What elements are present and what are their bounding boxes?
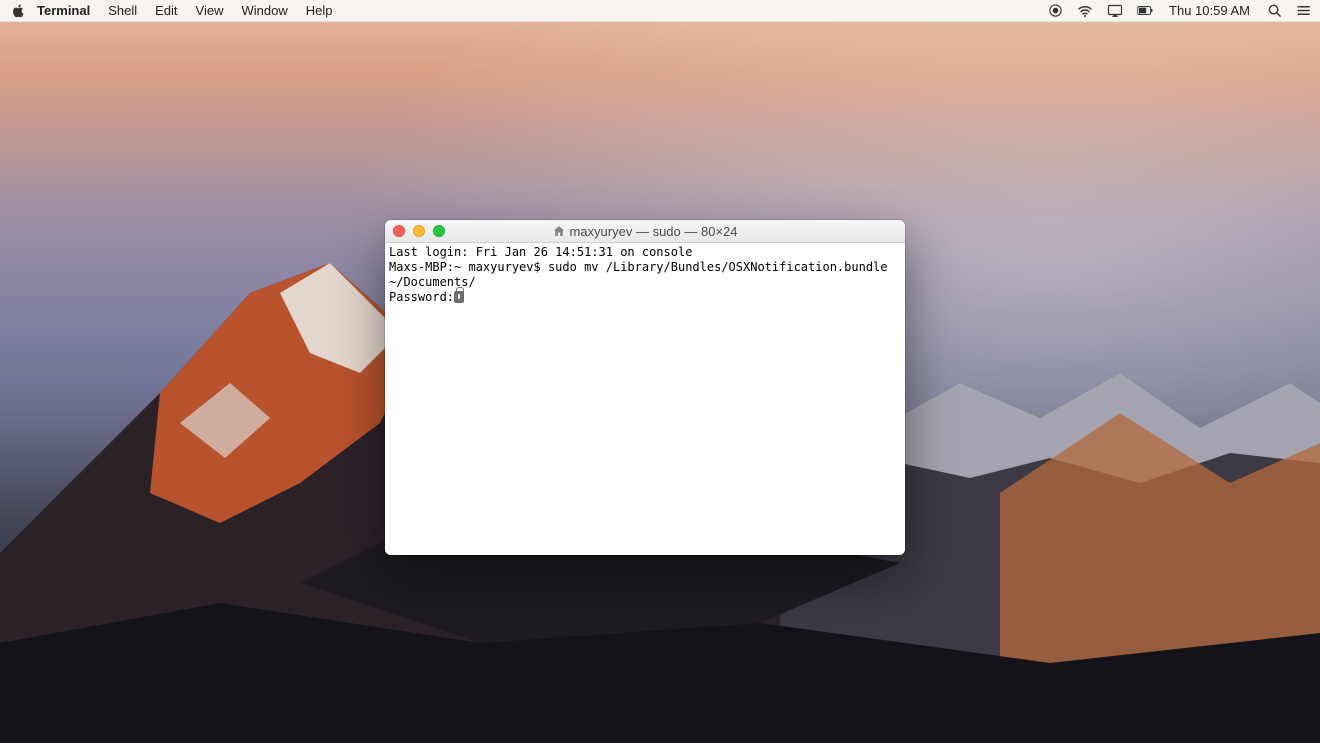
window-zoom-button[interactable]	[433, 225, 445, 237]
apple-menu-icon[interactable]	[12, 4, 26, 18]
menubar: Terminal Shell Edit View Window Help Thu…	[0, 0, 1320, 22]
terminal-line-password: Password:	[389, 290, 901, 305]
terminal-body[interactable]: Last login: Fri Jan 26 14:51:31 on conso…	[385, 243, 905, 555]
menubar-clock[interactable]: Thu 10:59 AM	[1167, 3, 1252, 18]
wifi-icon[interactable]	[1077, 3, 1093, 19]
airplay-icon[interactable]	[1107, 3, 1123, 19]
terminal-line-command: Maxs-MBP:~ maxyuryev$ sudo mv /Library/B…	[389, 260, 901, 290]
terminal-line-last-login: Last login: Fri Jan 26 14:51:31 on conso…	[389, 245, 901, 260]
home-folder-icon	[553, 225, 565, 237]
window-titlebar[interactable]: maxyuryev — sudo — 80×24	[385, 220, 905, 243]
terminal-window[interactable]: maxyuryev — sudo — 80×24 Last login: Fri…	[385, 220, 905, 555]
password-label: Password:	[389, 290, 454, 304]
notification-center-icon[interactable]	[1296, 3, 1312, 19]
window-close-button[interactable]	[393, 225, 405, 237]
spotlight-icon[interactable]	[1266, 3, 1282, 19]
window-minimize-button[interactable]	[413, 225, 425, 237]
menubar-item-help[interactable]: Help	[297, 0, 342, 22]
menubar-item-edit[interactable]: Edit	[146, 0, 186, 22]
screen-record-icon[interactable]	[1047, 3, 1063, 19]
menubar-item-window[interactable]: Window	[233, 0, 297, 22]
key-icon	[454, 291, 464, 303]
menubar-item-view[interactable]: View	[187, 0, 233, 22]
menubar-app-name[interactable]: Terminal	[28, 0, 99, 22]
battery-icon[interactable]	[1137, 3, 1153, 19]
window-title: maxyuryev — sudo — 80×24	[570, 224, 738, 239]
menubar-item-shell[interactable]: Shell	[99, 0, 146, 22]
